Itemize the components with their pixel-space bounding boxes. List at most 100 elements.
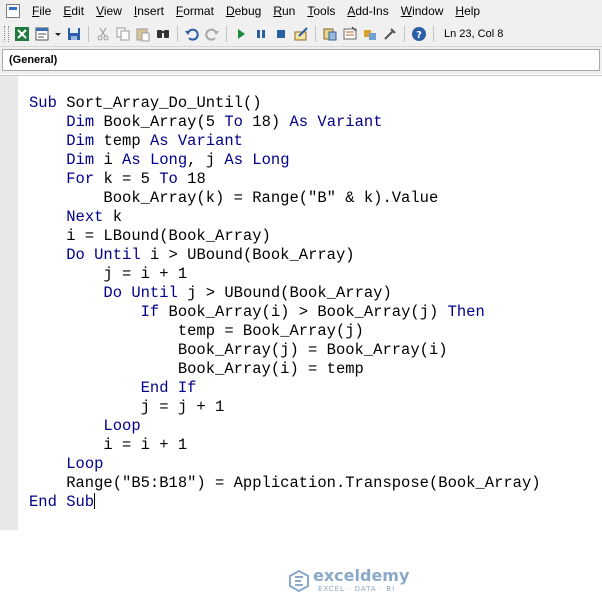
code-text: j = i + 1 [29,265,188,283]
code-line[interactable]: temp = Book_Array(j) [29,322,541,341]
vba-app-icon[interactable] [6,4,20,18]
code-text: i = i + 1 [29,436,188,454]
code-text: j = j + 1 [29,398,225,416]
code-keyword: Then [447,303,485,321]
undo-icon[interactable] [184,26,200,42]
code-window[interactable]: Sub Sort_Array_Do_Until() Dim Book_Array… [0,75,602,593]
code-line[interactable]: Sub Sort_Array_Do_Until() [29,94,541,113]
menu-item-insert[interactable]: Insert [128,0,170,22]
code-line[interactable]: j = j + 1 [29,398,541,417]
redo-icon[interactable] [204,26,220,42]
toolbar-separator [433,26,434,42]
code-text: Range("B5:B18") = Application.Transpose(… [29,474,541,492]
menu-item-help[interactable]: Help [449,0,486,22]
code-line[interactable]: Do Until i > UBound(Book_Array) [29,246,541,265]
break-icon[interactable] [253,26,269,42]
code-text: 18 [187,170,206,188]
code-line[interactable]: Dim temp As Variant [29,132,541,151]
code-keyword: As Variant [149,132,243,150]
code-line[interactable]: Loop [29,455,541,474]
code-keyword: Dim [66,151,104,169]
menu-item-file[interactable]: File [26,0,57,22]
text-cursor [94,493,96,509]
code-text: Sort_Array_Do_Until() [66,94,262,112]
run-icon[interactable] [233,26,249,42]
code-keyword: Do Until [66,246,150,264]
menu-item-format[interactable]: Format [170,0,220,22]
code-text: j > UBound(Book_Array) [187,284,392,302]
find-icon[interactable] [155,26,171,42]
standard-toolbar: ? Ln 23, Col 8 [0,22,602,47]
code-text: k [112,208,123,226]
cut-icon[interactable] [95,26,111,42]
code-line[interactable]: Dim i As Long, j As Long [29,151,541,170]
code-line[interactable]: End Sub [29,493,541,512]
code-text: i [103,151,123,169]
menu-item-edit[interactable]: Edit [57,0,90,22]
code-keyword: As Long [224,151,290,169]
code-text: temp [103,132,150,150]
menu-item-run[interactable]: Run [267,0,301,22]
code-line[interactable]: Book_Array(i) = temp [29,360,541,379]
properties-icon[interactable] [342,26,358,42]
code-line[interactable]: Dim Book_Array(5 To 18) As Variant [29,113,541,132]
code-line[interactable]: Book_Array(j) = Book_Array(i) [29,341,541,360]
code-text: temp = Book_Array(j) [29,322,364,340]
code-keyword: Next [66,208,113,226]
code-line[interactable]: Range("B5:B18") = Application.Transpose(… [29,474,541,493]
menu-item-view[interactable]: View [90,0,128,22]
toolbar-separator [226,26,227,42]
menu-item-window[interactable]: Window [395,0,450,22]
code-line[interactable]: i = LBound(Book_Array) [29,227,541,246]
code-text: 18) [252,113,290,131]
toolbar-grip[interactable] [4,26,9,42]
menu-item-debug[interactable]: Debug [220,0,267,22]
cursor-position: Ln 23, Col 8 [444,28,504,40]
menu-bar: File Edit View Insert Format Debug Run Tools Add… [0,0,602,22]
toolbar-separator [88,26,89,42]
view-excel-icon[interactable] [14,26,30,42]
code-text: i = LBound(Book_Array) [29,227,271,245]
dropdown-icon[interactable] [54,26,62,42]
design-mode-icon[interactable] [293,26,309,42]
code-line[interactable]: Next k [29,208,541,227]
code-line[interactable]: i = i + 1 [29,436,541,455]
code-keyword: To [159,170,188,188]
object-combobox[interactable]: (General) [2,49,600,71]
code-text: Book_Array(k) = Range("B" & k).Value [29,189,439,207]
code-editor[interactable]: Sub Sort_Array_Do_Until() Dim Book_Array… [29,94,541,512]
code-line[interactable]: Do Until j > UBound(Book_Array) [29,284,541,303]
margin-indicator-bar[interactable] [0,76,18,530]
code-text: Book_Array(i) = temp [29,360,364,378]
menu-item-tools[interactable]: Tools [301,0,341,22]
help-icon[interactable]: ? [411,26,427,42]
menu-item-add-ins[interactable]: Add-Ins [341,0,394,22]
save-icon[interactable] [66,26,82,42]
code-keyword: Do Until [103,284,188,302]
reset-icon[interactable] [273,26,289,42]
code-line[interactable]: If Book_Array(i) > Book_Array(j) Then [29,303,541,322]
code-line[interactable]: Loop [29,417,541,436]
code-keyword: Sub [29,94,67,112]
insert-module-icon[interactable] [34,26,50,42]
project-explorer-icon[interactable] [322,26,338,42]
toolbar-separator [315,26,316,42]
paste-icon[interactable] [135,26,151,42]
code-line[interactable]: j = i + 1 [29,265,541,284]
code-keyword: Dim [66,132,104,150]
toolbox-icon[interactable] [382,26,398,42]
toolbar-separator [177,26,178,42]
code-line[interactable]: Book_Array(k) = Range("B" & k).Value [29,189,541,208]
copy-icon[interactable] [115,26,131,42]
object-browser-icon[interactable] [362,26,378,42]
code-line[interactable]: For k = 5 To 18 [29,170,541,189]
code-line[interactable]: End If [29,379,541,398]
procedure-bar: (General) [0,47,602,74]
